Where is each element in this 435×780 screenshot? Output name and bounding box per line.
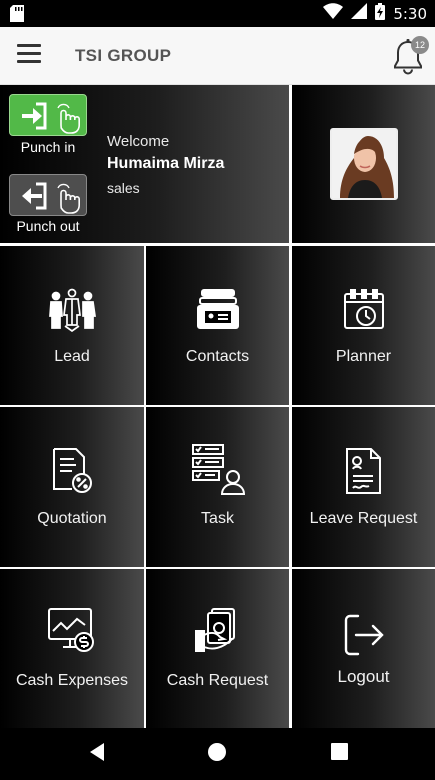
app-bar: TSI GROUP 12	[0, 27, 435, 85]
hamburger-menu-icon[interactable]	[17, 44, 41, 64]
status-time: 5:30	[393, 4, 427, 23]
hand-money-icon	[194, 607, 242, 660]
app-title: TSI GROUP	[75, 46, 172, 65]
logout-arrow-icon	[342, 613, 386, 662]
quotation-tile[interactable]: Quotation	[0, 407, 144, 567]
punch-in-label: Punch in	[20, 139, 76, 155]
home-circle-icon[interactable]	[207, 742, 227, 767]
task-label: Task	[201, 510, 234, 527]
user-name: Humaima Mirza	[107, 155, 225, 172]
punch-out-label: Punch out	[16, 218, 80, 234]
contacts-label: Contacts	[185, 348, 250, 365]
wifi-icon	[323, 3, 344, 24]
dashboard-grid: Punch in Punch out Welcome Humaima Mirza…	[0, 85, 435, 728]
recents-square-icon[interactable]	[331, 743, 348, 765]
people-group-icon	[48, 288, 96, 337]
profile-tile: Punch in Punch out Welcome Humaima Mirza…	[0, 85, 289, 243]
welcome-text: Welcome	[107, 133, 170, 150]
battery-charging-icon	[375, 2, 386, 25]
lead-label: Lead	[54, 348, 90, 365]
logout-tile[interactable]: Logout	[292, 569, 435, 728]
document-signature-icon	[344, 447, 384, 500]
status-bar: 5:30	[0, 0, 435, 27]
logout-label: Logout	[337, 667, 390, 686]
punch-in-button[interactable]	[9, 94, 87, 136]
planner-tile[interactable]: Planner	[292, 246, 435, 405]
user-role: sales	[107, 180, 140, 196]
task-tile[interactable]: Task	[146, 407, 289, 567]
cash-expenses-label: Cash Expenses	[15, 672, 129, 689]
cash-request-label: Cash Request	[166, 672, 269, 689]
cash-request-tile[interactable]: Cash Request	[146, 569, 289, 728]
contacts-tile[interactable]: Contacts	[146, 246, 289, 405]
quotation-label: Quotation	[37, 510, 107, 527]
leave-request-label: Leave Request	[309, 510, 418, 527]
signal-icon	[351, 3, 368, 24]
planner-label: Planner	[335, 348, 392, 365]
contact-card-holder-icon	[196, 288, 240, 337]
document-percent-icon	[50, 447, 94, 500]
system-nav-bar	[0, 728, 435, 780]
back-triangle-icon[interactable]	[88, 742, 106, 767]
avatar[interactable]	[330, 128, 398, 200]
checklist-person-icon	[191, 443, 245, 500]
punch-out-button[interactable]	[9, 174, 87, 216]
cash-expenses-tile[interactable]: Cash Expenses	[0, 569, 144, 728]
sd-card-icon	[10, 5, 24, 27]
leave-request-tile[interactable]: Leave Request	[292, 407, 435, 567]
avatar-tile	[292, 85, 435, 243]
calendar-clock-icon	[342, 288, 386, 337]
notification-badge: 12	[411, 36, 429, 54]
lead-tile[interactable]: Lead	[0, 246, 144, 405]
monitor-chart-dollar-icon	[47, 607, 97, 660]
